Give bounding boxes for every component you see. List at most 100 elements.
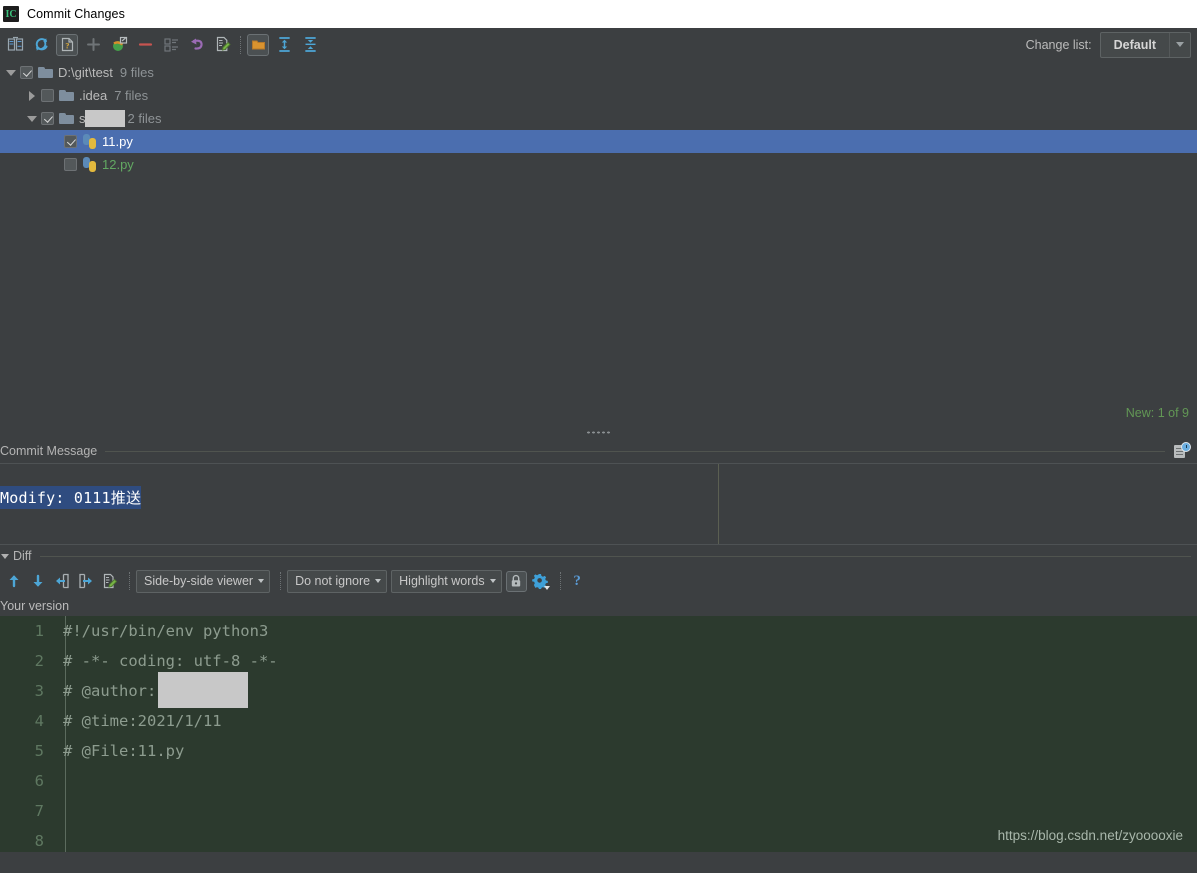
tree-checkbox[interactable] (41, 112, 54, 125)
tree-status-bar: New: 1 of 9 (0, 399, 1197, 426)
splitter-grip-icon[interactable] (585, 431, 612, 434)
diff-pane-label-text: Your version (0, 598, 70, 613)
accept-right-icon[interactable] (75, 571, 96, 592)
rollback-icon[interactable] (186, 34, 208, 56)
python-file-icon (82, 134, 98, 149)
line-number: 2 (34, 652, 44, 670)
refresh-icon[interactable] (30, 34, 52, 56)
lock-icon[interactable] (505, 570, 527, 592)
toolbar-separator (280, 572, 282, 590)
code-line: 4 # @time:2021/1/11 (0, 706, 1197, 736)
line-number: 6 (34, 772, 44, 790)
add-icon (82, 34, 104, 56)
code-line: 7 (0, 796, 1197, 826)
expand-all-icon[interactable] (273, 34, 295, 56)
line-number: 1 (34, 622, 44, 640)
gear-icon[interactable] (530, 571, 551, 592)
tree-item-label: D:\git\test (58, 65, 113, 80)
revert-icon[interactable] (108, 34, 130, 56)
diff-toolbar: Side-by-side viewer Do not ignore Highli… (0, 567, 1197, 595)
main-toolbar: ? Change list: Default (0, 28, 1197, 61)
code-line: 5 # @File:11.py (0, 736, 1197, 766)
code-line-text: # -*- coding: utf-8 -*- (63, 652, 278, 670)
show-diff-icon[interactable] (4, 34, 26, 56)
tree-expand-toggle[interactable] (2, 69, 20, 76)
edit-source-icon[interactable] (99, 571, 120, 592)
line-number: 8 (34, 832, 44, 850)
diff-section-header[interactable]: Diff (0, 545, 1197, 567)
ignore-policy-value: Do not ignore (295, 574, 371, 588)
redacted-author-name (158, 672, 249, 708)
next-difference-icon[interactable] (27, 571, 48, 592)
divider (105, 450, 1165, 452)
tree-checkbox[interactable] (64, 135, 77, 148)
tree-item-count: 2 files (127, 111, 162, 126)
tree-checkbox[interactable] (64, 158, 77, 171)
divider (39, 555, 1191, 557)
chevron-down-icon (1169, 32, 1190, 57)
accept-left-icon[interactable] (51, 571, 72, 592)
show-directories-icon[interactable] (247, 33, 269, 56)
line-number: 4 (34, 712, 44, 730)
line-number: 5 (34, 742, 44, 760)
toolbar-separator (240, 35, 242, 54)
toolbar-separator (129, 572, 130, 590)
code-line: 1 #!/usr/bin/env python3 (0, 616, 1197, 646)
chevron-down-icon (489, 579, 496, 583)
previous-difference-icon[interactable] (3, 571, 24, 592)
diff-section-title: Diff (13, 549, 32, 563)
tree-item-label: .idea (79, 88, 108, 103)
code-line-text: # @author: (63, 682, 157, 700)
viewer-mode-dropdown[interactable]: Side-by-side viewer (136, 569, 271, 593)
chevron-down-icon (258, 579, 265, 583)
toolbar-separator (559, 572, 561, 590)
panel-splitter[interactable] (0, 426, 1197, 439)
code-line: 3 # @author: (0, 672, 1197, 708)
diff-pane-label: Your version (0, 595, 1197, 616)
code-line-text: # @time:2021/1/11 (63, 712, 222, 730)
tree-expand-toggle[interactable] (23, 90, 41, 101)
tree-row[interactable]: 12.py (0, 153, 1197, 176)
tree-item-label: 11.py (102, 134, 133, 149)
changelist-dropdown[interactable]: Default (1099, 31, 1191, 58)
tree-expand-toggle[interactable] (23, 115, 41, 122)
commit-history-icon[interactable] (1173, 442, 1191, 460)
changelist-value: Default (1113, 37, 1156, 52)
tree-item-count: 9 files (119, 65, 154, 80)
commit-message-text: Modify: 0111推送 (0, 486, 142, 509)
changelist-label: Change list: (1025, 37, 1092, 52)
python-file-icon (82, 157, 98, 172)
commit-message-input[interactable]: Modify: 0111推送 (0, 463, 1197, 545)
collapse-all-icon[interactable] (299, 34, 321, 56)
group-by-icon (160, 34, 182, 56)
tree-row[interactable]: D:\git\test 9 files (0, 61, 1197, 84)
help-icon[interactable]: ? (567, 571, 588, 592)
redacted-folder-name (84, 110, 125, 127)
line-number: 7 (34, 802, 44, 820)
remove-icon[interactable] (134, 34, 156, 56)
changelist-control: Change list: Default (1025, 31, 1191, 58)
watermark: https://blog.csdn.net/zyooooxie (997, 828, 1183, 843)
tree-row[interactable]: s 2 files (0, 107, 1197, 130)
chevron-down-icon[interactable] (1, 553, 9, 559)
tree-row[interactable]: 11.py (0, 130, 1197, 153)
tree-item-count: 7 files (114, 88, 149, 103)
svg-text:?: ? (65, 42, 69, 51)
diff-code-view[interactable]: 1 #!/usr/bin/env python3 2 # -*- coding:… (0, 616, 1197, 852)
tree-checkbox[interactable] (41, 89, 54, 102)
edit-source-icon[interactable] (212, 34, 234, 56)
commit-message-header: Commit Message (0, 439, 1197, 463)
changed-files-tree[interactable]: D:\git\test 9 files .idea 7 files s 2 fi… (0, 61, 1197, 399)
commit-message-label: Commit Message (0, 444, 98, 458)
show-unversioned-files-icon[interactable]: ? (56, 33, 78, 56)
folder-icon (59, 112, 75, 125)
tree-checkbox[interactable] (20, 66, 33, 79)
code-line: 6 (0, 766, 1197, 796)
code-line-text: # @File:11.py (63, 742, 185, 760)
window-title: Commit Changes (27, 7, 125, 21)
right-margin-guide (718, 464, 719, 544)
ignore-policy-dropdown[interactable]: Do not ignore (287, 569, 388, 593)
highlight-mode-dropdown[interactable]: Highlight words (391, 569, 502, 593)
tree-row[interactable]: .idea 7 files (0, 84, 1197, 107)
code-line-text: #!/usr/bin/env python3 (63, 622, 269, 640)
